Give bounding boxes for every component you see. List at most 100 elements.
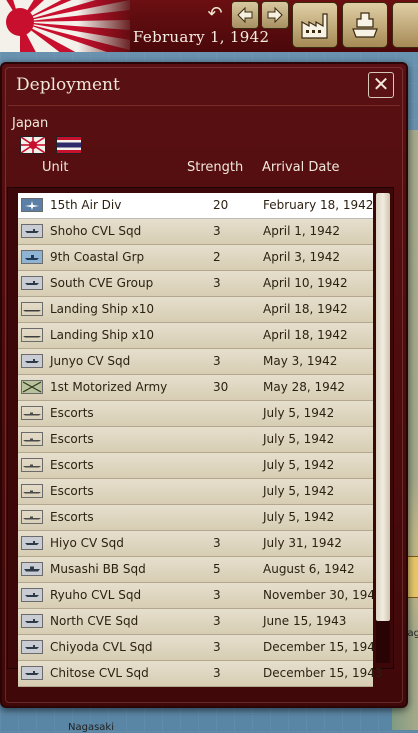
arrow-left-icon [237, 7, 253, 23]
unit-row-6[interactable]: Landing Ship x10 April 18, 1942 [18, 323, 373, 349]
unit-list: 15th Air Div 20 February 18, 1942 Shoho … [7, 187, 394, 687]
unit-strength: 20 [213, 198, 229, 212]
unit-rows: 15th Air Div 20 February 18, 1942 Shoho … [18, 193, 383, 687]
escort-ship-icon [21, 406, 43, 420]
unit-row-11[interactable]: Escorts July 5, 1942 [18, 453, 373, 479]
unit-row-18[interactable]: Chiyoda CVL Sqd 3 December 15, 1943 [18, 635, 382, 661]
unit-row-4[interactable]: South CVE Group 3 April 10, 1942 [18, 271, 373, 297]
unit-row-7[interactable]: Junyo CV Sqd 3 May 3, 1942 [18, 349, 373, 375]
transport-ship-icon [21, 328, 43, 342]
unit-name: Landing Ship x10 [50, 302, 154, 316]
unit-row-19[interactable]: Chitose CVL Sqd 3 December 15, 1943 [18, 661, 382, 687]
unit-row-12[interactable]: Escorts July 5, 1942 [18, 479, 373, 505]
unit-arrival: February 18, 1942 [263, 198, 374, 212]
air-unit-icon [21, 198, 43, 212]
map-label-nagasaki: Nagasaki [68, 722, 114, 733]
divider [8, 105, 400, 106]
scrollbar[interactable] [376, 193, 390, 663]
unit-row-16[interactable]: Ryuho CVL Sqd 3 November 30, 1942 [18, 583, 383, 609]
escort-ship-icon [21, 458, 43, 472]
unit-arrival: November 30, 1942 [263, 588, 383, 602]
unit-strength: 3 [213, 276, 221, 290]
production-button[interactable] [292, 2, 338, 48]
unit-arrival: July 5, 1942 [263, 406, 335, 420]
unit-arrival: August 6, 1942 [263, 562, 355, 576]
unit-arrival: April 10, 1942 [263, 276, 348, 290]
rising-sun-flag [0, 0, 130, 52]
unit-row-2[interactable]: Shoho CVL Sqd 3 April 1, 1942 [18, 219, 373, 245]
unit-arrival: May 3, 1942 [263, 354, 338, 368]
unit-arrival: June 15, 1943 [263, 614, 347, 628]
thailand-flag-icon[interactable] [56, 136, 82, 154]
unit-row-8[interactable]: 1st Motorized Army 30 May 28, 1942 [18, 375, 373, 401]
unit-arrival: April 18, 1942 [263, 302, 348, 316]
carrier-icon [21, 614, 43, 628]
coastal-icon [21, 250, 43, 264]
column-header-arrival[interactable]: Arrival Date [262, 160, 339, 175]
unit-arrival: July 5, 1942 [263, 510, 335, 524]
deployment-dialog: Deployment ✕ Japan Unit Strength Arrival… [0, 62, 408, 708]
unit-name: Escorts [50, 432, 94, 446]
unit-strength: 3 [213, 354, 221, 368]
current-date: February 1, 1942 [133, 28, 270, 46]
escort-ship-icon [21, 432, 43, 446]
unit-row-14[interactable]: Hiyo CV Sqd 3 July 31, 1942 [18, 531, 373, 557]
undo-icon[interactable]: ↶ [204, 3, 226, 25]
unit-name: Musashi BB Sqd [50, 562, 146, 576]
carrier-icon [21, 354, 43, 368]
unit-name: Landing Ship x10 [50, 328, 154, 342]
carrier-icon [21, 536, 43, 550]
carrier-icon [21, 224, 43, 238]
carrier-icon [21, 640, 43, 654]
escort-ship-icon [21, 484, 43, 498]
unit-row-13[interactable]: Escorts July 5, 1942 [18, 505, 373, 531]
unit-name: Junyo CV Sqd [50, 354, 131, 368]
unit-row-3[interactable]: 9th Coastal Grp 2 April 3, 1942 [18, 245, 373, 271]
unit-name: Escorts [50, 458, 94, 472]
unit-row-10[interactable]: Escorts July 5, 1942 [18, 427, 373, 453]
unit-name: North CVE Sqd [50, 614, 139, 628]
top-bar: February 1, 1942 ↶ [0, 0, 418, 52]
unit-row-5[interactable]: Landing Ship x10 April 18, 1942 [18, 297, 373, 323]
infantry-icon [21, 380, 43, 394]
unit-arrival: December 15, 1943 [263, 640, 383, 654]
factory-icon [301, 13, 328, 39]
close-icon: ✕ [372, 72, 390, 96]
unit-row-15[interactable]: Musashi BB Sqd 5 August 6, 1942 [18, 557, 373, 583]
unit-strength: 3 [213, 666, 221, 680]
carrier-icon [21, 276, 43, 290]
unit-row-1[interactable]: 15th Air Div 20 February 18, 1942 [18, 193, 373, 219]
unit-row-9[interactable]: Escorts July 5, 1942 [18, 401, 373, 427]
unit-arrival: July 5, 1942 [263, 432, 335, 446]
unit-name: Chiyoda CVL Sqd [50, 640, 153, 654]
unit-arrival: July 31, 1942 [263, 536, 342, 550]
unit-strength: 3 [213, 640, 221, 654]
naval-button[interactable] [342, 2, 388, 48]
column-header-strength[interactable]: Strength [187, 160, 243, 175]
close-button[interactable]: ✕ [368, 72, 394, 98]
unit-name: Chitose CVL Sqd [50, 666, 149, 680]
unit-strength: 30 [213, 380, 229, 394]
scrollbar-thumb[interactable] [376, 193, 390, 621]
column-header-unit[interactable]: Unit [42, 160, 68, 175]
unit-name: 1st Motorized Army [50, 380, 168, 394]
escort-ship-icon [21, 510, 43, 524]
unit-strength: 3 [213, 588, 221, 602]
arrow-right-icon [267, 7, 283, 23]
unit-name: Escorts [50, 406, 94, 420]
unit-name: 9th Coastal Grp [50, 250, 145, 264]
more-button[interactable] [392, 2, 418, 48]
unit-strength: 2 [213, 250, 221, 264]
carrier-icon [21, 588, 43, 602]
unit-arrival: May 28, 1942 [263, 380, 346, 394]
dialog-title: Deployment [16, 75, 120, 95]
unit-arrival: July 5, 1942 [263, 458, 335, 472]
transport-ship-icon [21, 302, 43, 316]
unit-name: 15th Air Div [50, 198, 122, 212]
unit-strength: 5 [213, 562, 221, 576]
japan-flag-icon[interactable] [20, 136, 46, 154]
unit-row-17[interactable]: North CVE Sqd 3 June 15, 1943 [18, 609, 373, 635]
nation-label: Japan [12, 116, 49, 131]
prev-button[interactable] [231, 1, 259, 29]
next-button[interactable] [261, 1, 289, 29]
